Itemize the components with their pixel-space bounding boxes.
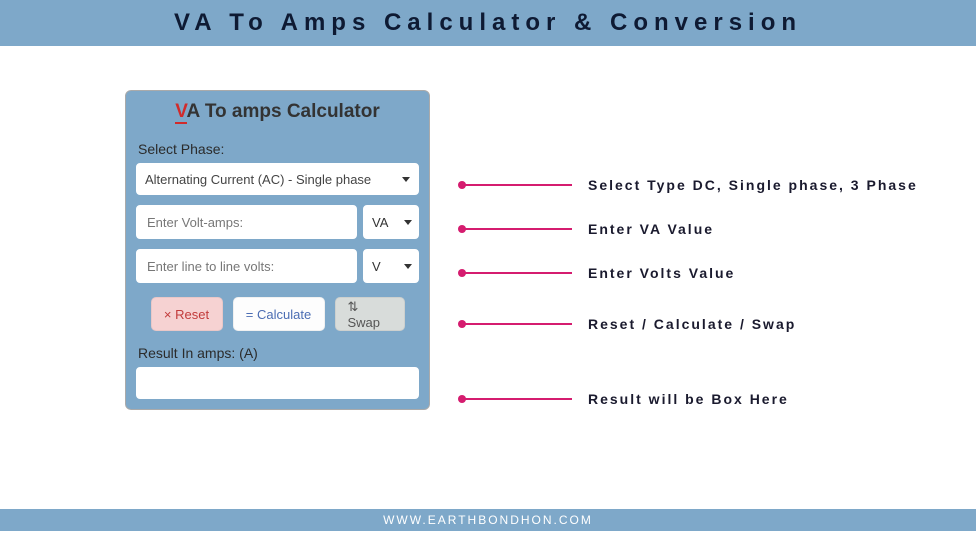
connector-line [462,272,572,274]
reset-button[interactable]: × Reset [151,297,223,331]
result-output [136,367,419,399]
volt-amps-placeholder: Enter Volt-amps: [147,215,243,230]
va-unit-select[interactable]: VA [363,205,419,239]
title-rest: A To amps Calculator [187,101,380,122]
calculate-button[interactable]: = Calculate [233,297,325,331]
volts-unit-select[interactable]: V [363,249,419,283]
annotation-buttons: Reset / Calculate / Swap [588,316,796,332]
annotation-va: Enter VA Value [588,221,714,237]
result-label: Result In amps: (A) [138,345,419,361]
calculator-panel: VA To amps Calculator Select Phase: Alte… [125,90,430,410]
connector-line [462,228,572,230]
phase-select[interactable]: Alternating Current (AC) - Single phase [136,163,419,195]
volts-unit-value: V [372,259,381,274]
volts-placeholder: Enter line to line volts: [147,259,274,274]
va-unit-value: VA [372,215,388,230]
chevron-down-icon [404,264,412,269]
header-bar: VA To Amps Calculator & Conversion [0,0,976,46]
page-title: VA To Amps Calculator & Conversion [0,9,976,37]
calculator-title: VA To amps Calculator [136,101,419,123]
footer-bar: WWW.EARTHBONDHON.COM [0,509,976,531]
annotation-volts: Enter Volts Value [588,265,735,281]
volts-input[interactable]: Enter line to line volts: [136,249,357,283]
connector-line [462,323,572,325]
title-prefix: V [175,101,186,124]
connector-line [462,398,572,400]
swap-button[interactable]: ⇅ Swap [335,297,405,331]
chevron-down-icon [402,177,410,182]
connector-line [462,184,572,186]
phase-label: Select Phase: [138,141,419,157]
footer-text: WWW.EARTHBONDHON.COM [383,513,593,527]
button-row: × Reset = Calculate ⇅ Swap [136,297,419,331]
phase-select-value: Alternating Current (AC) - Single phase [145,172,371,187]
annotation-result: Result will be Box Here [588,391,789,407]
volt-amps-input[interactable]: Enter Volt-amps: [136,205,357,239]
chevron-down-icon [404,220,412,225]
annotation-phase: Select Type DC, Single phase, 3 Phase [588,177,918,193]
